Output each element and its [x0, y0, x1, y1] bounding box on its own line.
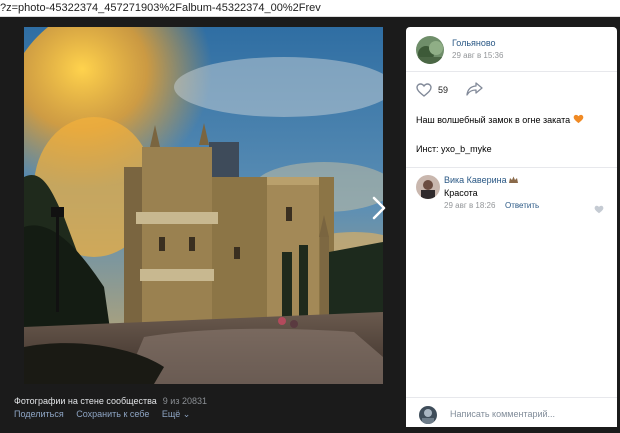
post-text-body: Наш волшебный замок в огне заката [416, 115, 571, 125]
author-name[interactable]: Гольяново [452, 38, 496, 48]
comment-input[interactable]: Написать комментарий... [450, 409, 555, 419]
photo-image[interactable] [24, 27, 383, 384]
comment-date[interactable]: 29 авг в 18:26 [444, 201, 495, 210]
save-link[interactable]: Сохранить к себе [76, 409, 149, 419]
like-button[interactable]: 59 [416, 82, 448, 98]
post-inst: Инст: yxo_b_myke [416, 144, 492, 154]
album-link[interactable]: Фотографии на стене сообщества [14, 396, 157, 406]
photo-actions: Поделиться Сохранить к себе Ещё ⌄ [14, 409, 200, 420]
reply-link[interactable]: Ответить [505, 201, 539, 210]
post-date[interactable]: 29 авг в 15:36 [452, 51, 503, 60]
url-bar[interactable]: ?z=photo-45322374_457271903%2Falbum-4532… [0, 0, 620, 17]
info-panel: Гольяново 29 авг в 15:36 59 Наш волшебны… [406, 27, 617, 425]
comment-like-button[interactable] [594, 201, 604, 219]
like-count: 59 [438, 85, 449, 95]
comment-item: Вика Каверина Красота 29 авг в 18:26 Отв… [406, 168, 617, 218]
post-text: Наш волшебный замок в огне заката [416, 114, 584, 126]
orange-heart-icon [573, 114, 584, 126]
my-avatar [419, 406, 437, 424]
next-photo-arrow[interactable] [370, 195, 388, 221]
share-link[interactable]: Поделиться [14, 409, 64, 419]
comment-text: Красота [444, 188, 478, 198]
more-link[interactable]: Ещё ⌄ [162, 409, 190, 419]
crown-icon [509, 176, 519, 186]
author-avatar[interactable] [416, 36, 444, 64]
commenter-avatar[interactable] [416, 175, 440, 199]
share-button[interactable] [466, 82, 483, 101]
comment-composer[interactable]: Написать комментарий... [406, 397, 617, 427]
photo-counter: 9 из 20831 [162, 396, 207, 406]
photo-viewer: Фотографии на стене сообщества 9 из 20831… [0, 17, 620, 433]
share-icon [466, 82, 483, 96]
url-text: ?z=photo-45322374_457271903%2Falbum-4532… [0, 2, 321, 14]
commenter-name-text: Вика Каверина [444, 175, 507, 185]
post-author: Гольяново 29 авг в 15:36 [406, 27, 617, 72]
album-caption: Фотографии на стене сообщества 9 из 20831 [14, 396, 207, 406]
heart-icon [416, 83, 432, 97]
commenter-name[interactable]: Вика Каверина [444, 175, 519, 186]
heart-icon [594, 205, 604, 214]
